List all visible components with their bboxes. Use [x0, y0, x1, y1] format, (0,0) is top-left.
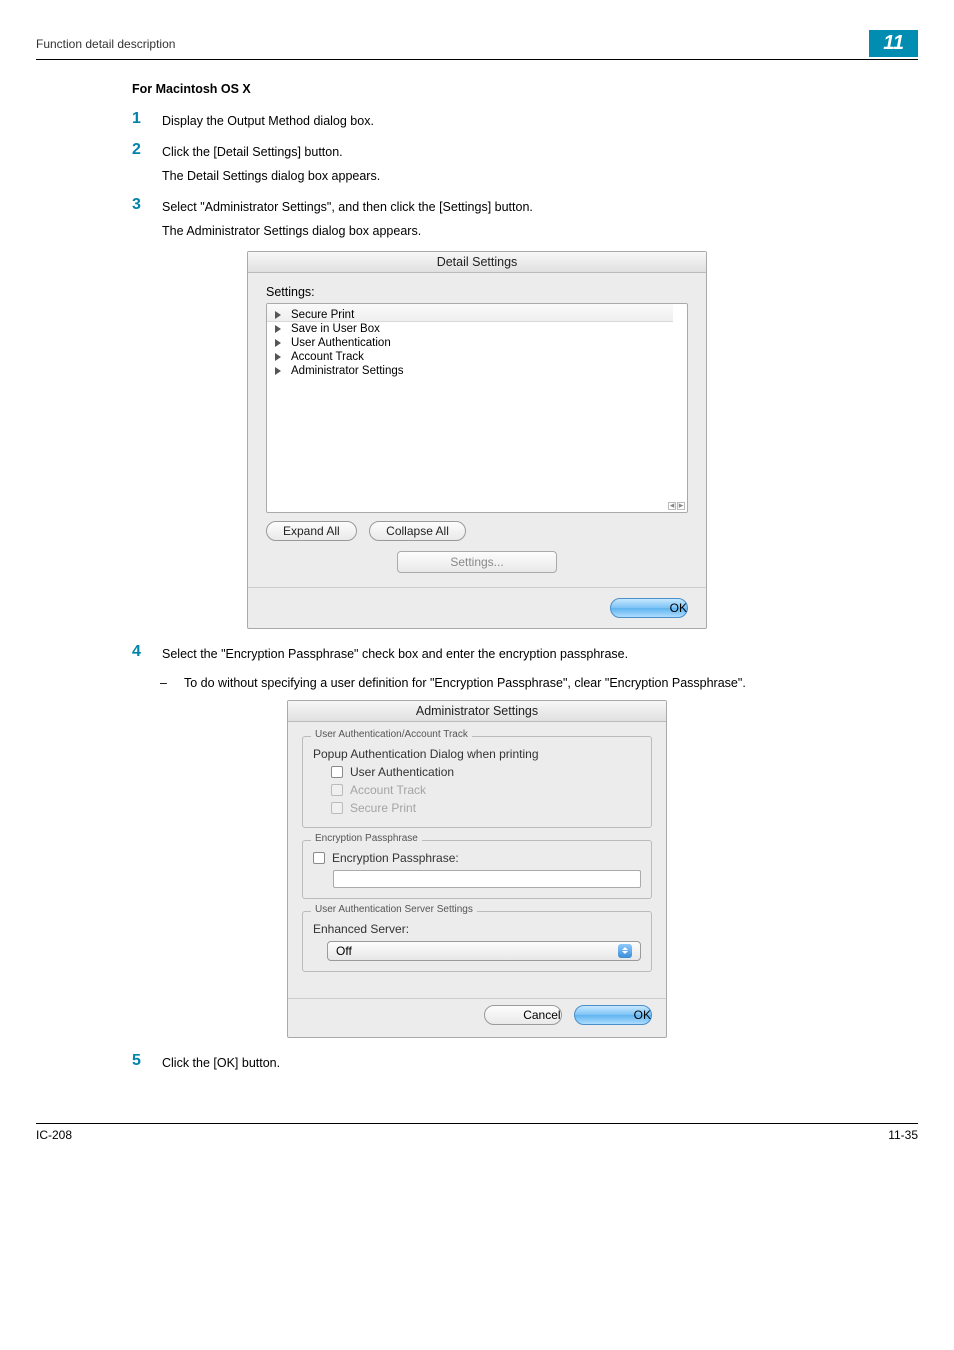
ok-button[interactable]: OK: [574, 1005, 652, 1025]
checkbox-label: Encryption Passphrase:: [332, 851, 459, 865]
enhanced-server-select[interactable]: Off: [327, 941, 641, 961]
popup-auth-label: Popup Authentication Dialog when printin…: [313, 745, 641, 763]
section-title: For Macintosh OS X: [132, 82, 954, 96]
step-number: 3: [132, 196, 162, 214]
step-3: 3 Select "Administrator Settings", and t…: [132, 196, 954, 241]
step-text: Select the "Encryption Passphrase" check…: [162, 643, 628, 664]
enc-passphrase-checkbox-row[interactable]: Encryption Passphrase:: [313, 849, 641, 867]
step-text-line1: Click the [Detail Settings] button.: [162, 143, 380, 162]
dialog-title: Administrator Settings: [288, 701, 666, 722]
step-number: 4: [132, 643, 162, 661]
step-number: 1: [132, 110, 162, 128]
dialog-title: Detail Settings: [248, 252, 706, 273]
fieldset-encryption: Encryption Passphrase Encryption Passphr…: [302, 840, 652, 899]
footer-left: IC-208: [36, 1128, 72, 1142]
subbullet-text: To do without specifying a user definiti…: [184, 674, 746, 693]
list-item-user-auth[interactable]: User Authentication: [267, 336, 687, 350]
disclosure-triangle-icon: [275, 325, 281, 333]
fieldset-user-auth: User Authentication/Account Track Popup …: [302, 736, 652, 828]
settings-listbox[interactable]: Secure Print Save in User Box User Authe…: [266, 303, 688, 513]
chevron-updown-icon: [618, 944, 632, 958]
list-item-save-user-box[interactable]: Save in User Box: [267, 322, 687, 336]
disclosure-triangle-icon: [275, 339, 281, 347]
list-item-account-track[interactable]: Account Track: [267, 350, 687, 364]
settings-label: Settings:: [266, 285, 688, 299]
fieldset-legend: User Authentication Server Settings: [311, 904, 477, 915]
step-text-line2: The Detail Settings dialog box appears.: [162, 167, 380, 186]
list-item-label: Administrator Settings: [291, 365, 404, 377]
checkbox-icon: [331, 802, 343, 814]
cancel-button[interactable]: Cancel: [484, 1005, 562, 1025]
list-item-label: Account Track: [291, 351, 364, 363]
step-text-line2: The Administrator Settings dialog box ap…: [162, 222, 533, 241]
step-1: 1 Display the Output Method dialog box.: [132, 110, 954, 131]
list-item-secure-print[interactable]: Secure Print: [267, 308, 687, 322]
fieldset-server-settings: User Authentication Server Settings Enha…: [302, 911, 652, 972]
step-text: Click the [OK] button.: [162, 1052, 280, 1073]
step-text: Display the Output Method dialog box.: [162, 110, 374, 131]
step-number: 2: [132, 141, 162, 159]
footer-right: 11-35: [888, 1128, 918, 1142]
chapter-badge: 11: [869, 30, 918, 57]
list-item-label: Secure Print: [291, 309, 354, 321]
checkbox-icon[interactable]: [313, 852, 325, 864]
step-2: 2 Click the [Detail Settings] button. Th…: [132, 141, 954, 186]
settings-button[interactable]: Settings...: [397, 551, 557, 573]
fieldset-legend: User Authentication/Account Track: [311, 729, 472, 740]
disclosure-triangle-icon: [275, 311, 281, 319]
admin-settings-dialog: Administrator Settings User Authenticati…: [287, 700, 667, 1038]
enc-passphrase-input[interactable]: [333, 870, 641, 888]
ok-button[interactable]: OK: [610, 598, 688, 618]
enhanced-server-label: Enhanced Server:: [313, 920, 641, 938]
step-4-subbullet: – To do without specifying a user defini…: [160, 674, 860, 693]
list-item-label: User Authentication: [291, 337, 391, 349]
user-auth-checkbox-row[interactable]: User Authentication: [313, 763, 641, 781]
checkbox-icon: [331, 784, 343, 796]
list-item-label: Save in User Box: [291, 323, 380, 335]
step-4: 4 Select the "Encryption Passphrase" che…: [132, 643, 954, 664]
list-item-admin-settings[interactable]: Administrator Settings: [267, 364, 687, 378]
select-value: Off: [336, 944, 352, 958]
expand-all-button[interactable]: Expand All: [266, 521, 357, 541]
header-section-label: Function detail description: [36, 37, 175, 51]
secure-print-checkbox-row: Secure Print: [313, 799, 641, 817]
checkbox-icon[interactable]: [331, 766, 343, 778]
page-header: Function detail description 11: [36, 30, 918, 60]
disclosure-triangle-icon: [275, 367, 281, 375]
collapse-all-button[interactable]: Collapse All: [369, 521, 466, 541]
step-number: 5: [132, 1052, 162, 1070]
checkbox-label: Account Track: [350, 783, 426, 797]
checkbox-label: User Authentication: [350, 765, 454, 779]
step-text-line1: Select "Administrator Settings", and the…: [162, 198, 533, 217]
checkbox-label: Secure Print: [350, 801, 416, 815]
step-5: 5 Click the [OK] button.: [132, 1052, 954, 1073]
dash: –: [160, 674, 184, 693]
disclosure-triangle-icon: [275, 353, 281, 361]
detail-settings-dialog: Detail Settings Settings: Secure Print S…: [247, 251, 707, 629]
fieldset-legend: Encryption Passphrase: [311, 833, 422, 844]
page-footer: IC-208 11-35: [36, 1123, 918, 1142]
horizontal-scroll-indicator[interactable]: ◂▸: [668, 502, 685, 510]
account-track-checkbox-row: Account Track: [313, 781, 641, 799]
